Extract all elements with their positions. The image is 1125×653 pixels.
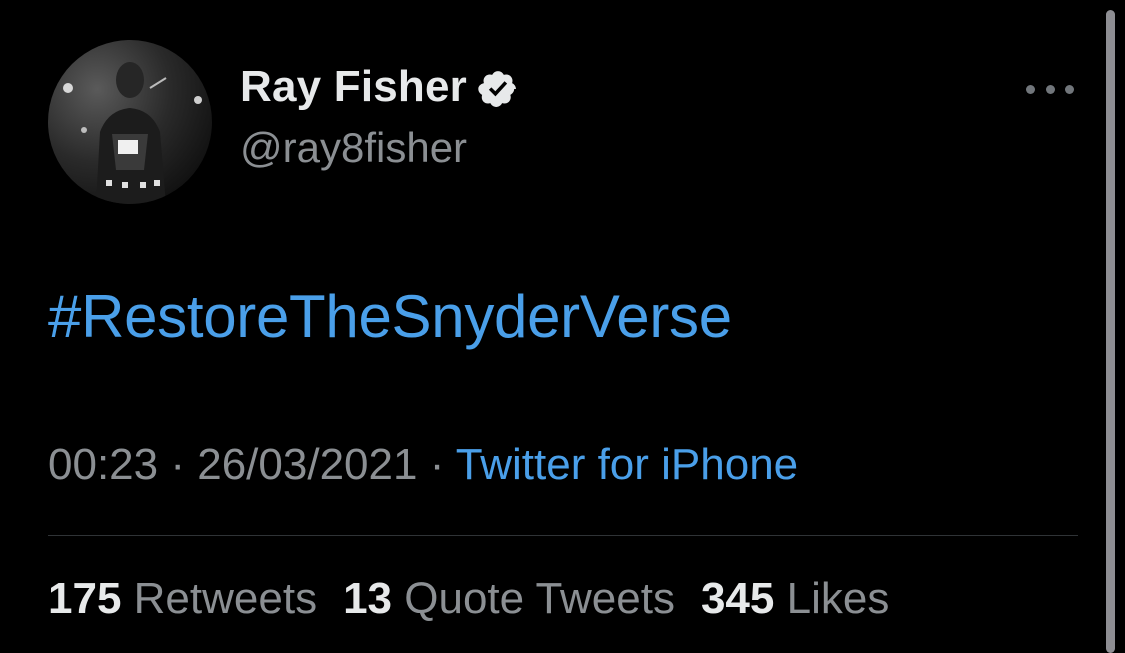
tweet-hashtag-link[interactable]: #RestoreTheSnyderVerse [48, 282, 732, 351]
retweets-stat[interactable]: 175 Retweets [48, 574, 317, 623]
quotes-count: 13 [343, 574, 393, 623]
avatar[interactable] [48, 40, 212, 204]
meta-separator: · [170, 440, 185, 489]
verified-badge-icon [477, 68, 519, 110]
author-name-row: Ray Fisher [240, 62, 519, 112]
tweet-meta: 00:23 · 26/03/2021 · Twitter for iPhone [48, 440, 798, 490]
divider [48, 535, 1078, 536]
tweet-source-link[interactable]: Twitter for iPhone [456, 440, 798, 489]
quote-tweets-stat[interactable]: 13 Quote Tweets [343, 574, 675, 623]
tweet-stats: 175 Retweets 13 Quote Tweets 345 Likes [48, 574, 889, 624]
tweet-detail: Ray Fisher @ray8fisher #RestoreTheSnyder… [0, 0, 1125, 653]
author-handle[interactable]: @ray8fisher [240, 124, 467, 172]
retweets-label: Retweets [133, 574, 318, 623]
quotes-label: Quote Tweets [404, 574, 675, 623]
avatar-photo [63, 62, 202, 204]
author-display-name[interactable]: Ray Fisher [240, 62, 467, 112]
more-options-icon[interactable] [1026, 78, 1074, 100]
likes-stat[interactable]: 345 Likes [701, 574, 889, 623]
retweets-count: 175 [48, 574, 122, 623]
scrollbar[interactable] [1106, 10, 1115, 653]
tweet-date: 26/03/2021 [197, 440, 418, 489]
likes-count: 345 [700, 574, 775, 623]
meta-separator: · [429, 440, 445, 489]
tweet-time: 00:23 [48, 440, 159, 489]
likes-label: Likes [786, 574, 890, 623]
